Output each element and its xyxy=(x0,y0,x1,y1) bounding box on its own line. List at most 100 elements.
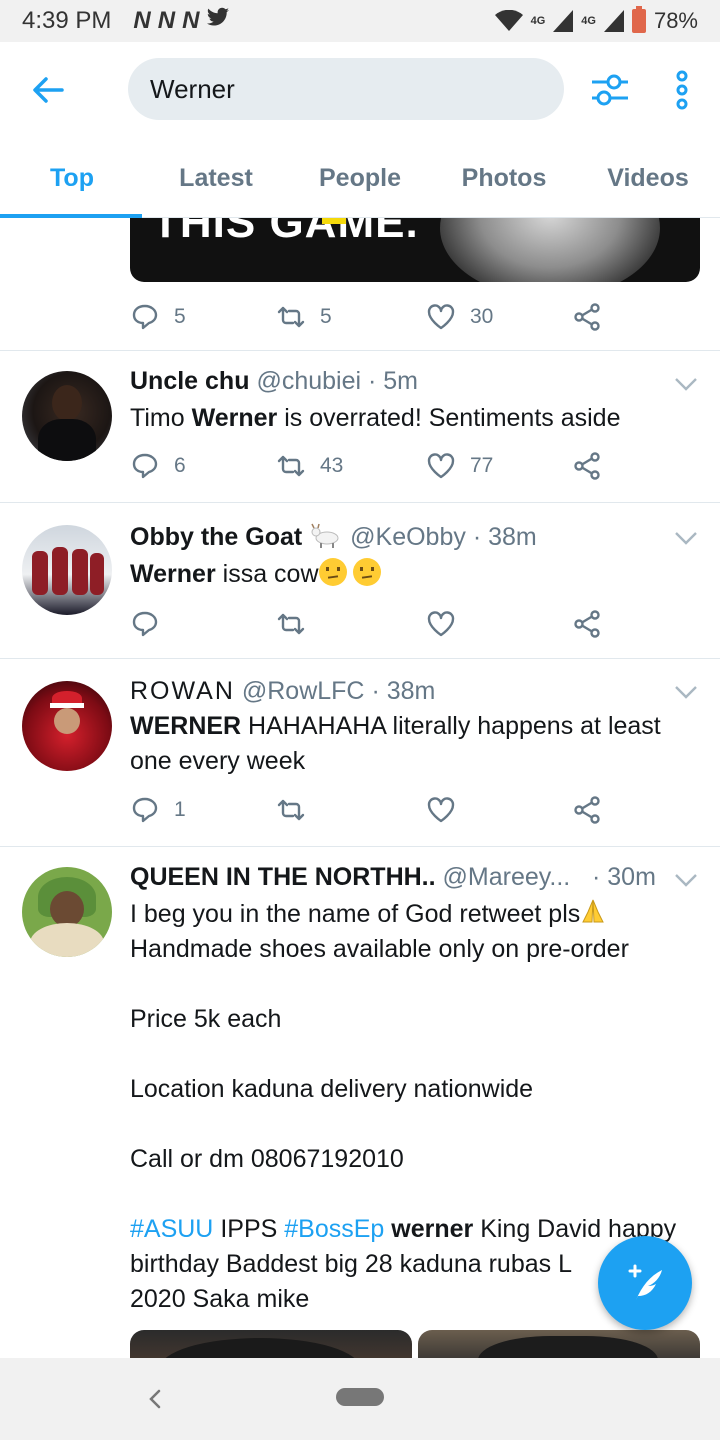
chevron-down-icon[interactable] xyxy=(674,873,698,887)
share-icon xyxy=(574,303,600,331)
heart-icon xyxy=(427,453,455,479)
notification-icon: N xyxy=(157,7,175,34)
keyword-highlight: Werner xyxy=(191,404,278,432)
avatar[interactable] xyxy=(22,371,112,461)
chevron-down-icon[interactable] xyxy=(674,377,698,391)
retweet-button[interactable]: 5 xyxy=(276,302,332,332)
reply-button[interactable] xyxy=(130,609,174,639)
notification-icon: N xyxy=(182,7,199,34)
tweet-media-image[interactable]: THIS GAME. xyxy=(130,218,700,282)
tweet-header: Uncle chu @chubiei · 5m xyxy=(130,367,418,396)
tweet-text-line: I beg you in the name of God retweet pls xyxy=(130,900,581,928)
like-button[interactable]: 30 xyxy=(426,302,493,332)
tweet-text-line: Location kaduna delivery nationwide xyxy=(130,1075,534,1103)
search-header: Werner xyxy=(0,42,720,138)
like-count: 30 xyxy=(470,305,494,328)
tab-photos[interactable]: Photos xyxy=(432,138,576,217)
avatar[interactable] xyxy=(22,681,112,771)
tweet-text: Werner issa cow xyxy=(130,557,700,592)
tab-top[interactable]: Top xyxy=(0,138,144,218)
chevron-down-icon[interactable] xyxy=(674,531,698,545)
tweet-text-line: Handmade shoes available only on pre-ord… xyxy=(130,935,629,963)
user-handle[interactable]: @RowLFC xyxy=(242,677,365,705)
back-arrow-icon[interactable] xyxy=(30,72,66,108)
folded-hands-emoji xyxy=(582,899,605,923)
heart-icon xyxy=(427,304,455,330)
notification-icon: N xyxy=(133,7,150,34)
reply-button[interactable]: 1 xyxy=(130,795,186,825)
notification-icons: N N N xyxy=(133,7,230,35)
tweet-time: · 38m xyxy=(371,677,436,705)
like-count: 77 xyxy=(470,454,494,477)
chevron-down-icon[interactable] xyxy=(674,685,698,699)
more-options-icon[interactable] xyxy=(670,70,694,110)
user-handle[interactable]: @KeObby xyxy=(350,523,466,551)
hashtag-link[interactable]: #BossEp xyxy=(284,1215,384,1243)
signal-icon xyxy=(553,10,574,32)
like-button[interactable] xyxy=(426,795,470,825)
media-accent xyxy=(322,218,346,224)
tweet-time: · 38m xyxy=(472,523,537,551)
user-name[interactable]: ROWAN xyxy=(130,677,235,705)
confused-face-emoji xyxy=(353,558,382,586)
avatar[interactable] xyxy=(22,525,112,615)
share-icon xyxy=(574,796,600,824)
user-name[interactable]: Uncle chu xyxy=(130,367,249,395)
heart-icon xyxy=(427,611,455,637)
tweet-actions: 1 xyxy=(130,795,610,829)
media-face xyxy=(440,218,660,282)
tweet-item[interactable]: ROWAN @RowLFC · 38m WERNER HAHAHAHA lite… xyxy=(0,659,720,845)
retweet-icon xyxy=(277,613,305,635)
reply-icon xyxy=(132,304,158,330)
avatar[interactable] xyxy=(22,867,112,957)
retweet-button[interactable]: 43 xyxy=(276,451,343,481)
tab-latest[interactable]: Latest xyxy=(144,138,288,217)
share-button[interactable] xyxy=(572,302,602,332)
search-input[interactable]: Werner xyxy=(128,58,564,120)
compose-tweet-button[interactable] xyxy=(598,1236,692,1330)
tweet-header: Obby the Goat @KeObby · 38m xyxy=(130,523,537,552)
signal-icon-2 xyxy=(603,10,624,32)
share-button[interactable] xyxy=(572,451,602,481)
confused-face-emoji xyxy=(318,558,347,586)
user-handle[interactable]: @chubiei xyxy=(256,367,361,395)
like-button[interactable] xyxy=(426,609,470,639)
tweet-text-part: issa cow xyxy=(215,560,319,588)
tab-people[interactable]: People xyxy=(288,138,432,217)
tab-videos[interactable]: Videos xyxy=(576,138,720,217)
retweet-icon xyxy=(277,799,305,821)
share-button[interactable] xyxy=(572,609,602,639)
user-handle[interactable]: @Mareey... xyxy=(443,863,571,891)
tweet-item[interactable]: Uncle chu @chubiei · 5m Timo Werner is o… xyxy=(0,351,720,501)
reply-button[interactable]: 6 xyxy=(130,451,186,481)
like-button[interactable]: 77 xyxy=(426,451,493,481)
network-label-2: 4G xyxy=(581,15,596,27)
nav-back-icon[interactable] xyxy=(146,1388,164,1410)
tweet-header: QUEEN IN THE NORTHH.. @Mareey... · 30m xyxy=(130,863,660,892)
system-nav-bar xyxy=(0,1358,720,1440)
retweet-count: 43 xyxy=(320,454,344,477)
share-icon xyxy=(574,610,600,638)
tweet-text-line: Price 5k each xyxy=(130,1005,282,1033)
tweet-time: · 30m xyxy=(592,863,656,891)
nav-home-pill[interactable] xyxy=(336,1388,384,1406)
hashtag-link[interactable]: #ASUU xyxy=(130,1215,213,1243)
retweet-icon xyxy=(277,306,305,328)
share-icon xyxy=(574,452,600,480)
network-label: 4G xyxy=(530,15,546,27)
keyword-highlight: WERNER xyxy=(130,712,242,740)
retweet-button[interactable] xyxy=(276,795,320,825)
reply-icon xyxy=(132,611,158,637)
user-name[interactable]: QUEEN IN THE NORTHH.. xyxy=(130,863,436,891)
tweet-actions xyxy=(130,609,610,643)
tweet-actions: 5 5 30 xyxy=(130,302,610,336)
retweet-button[interactable] xyxy=(276,609,320,639)
keyword-highlight: werner xyxy=(384,1215,474,1243)
reply-count: 5 xyxy=(174,305,186,328)
share-button[interactable] xyxy=(572,795,602,825)
filter-icon[interactable] xyxy=(588,68,632,112)
user-name[interactable]: Obby the Goat xyxy=(130,523,302,551)
reply-button[interactable]: 5 xyxy=(130,302,186,332)
tweet-item[interactable]: Obby the Goat @KeObby · 38m Werner issa … xyxy=(0,503,720,658)
tweet-text-line: Call or dm 08067192010 xyxy=(130,1145,404,1173)
